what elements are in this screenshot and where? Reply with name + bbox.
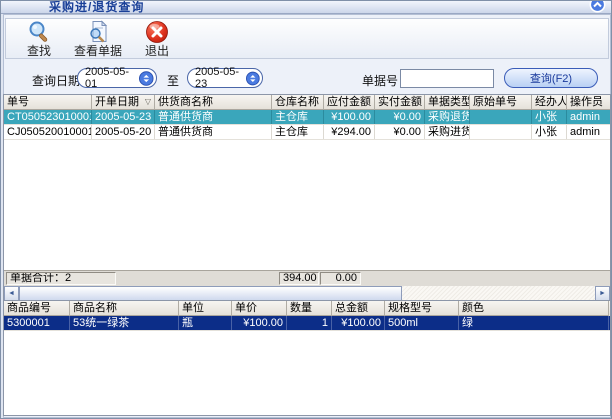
table-cell: 瓶 (179, 316, 232, 330)
total-count-box: 单据合计：2 (6, 272, 116, 285)
query-button[interactable]: 查询(F2) (504, 68, 598, 88)
table-cell: ¥0.00 (375, 125, 425, 139)
column-header[interactable]: 单位 (179, 301, 232, 316)
orders-panel: 单号开单日期▽供货商名称仓库名称应付金额实付金额单据类型原始单号经办人操作员 C… (3, 94, 611, 300)
orders-grid: 单号开单日期▽供货商名称仓库名称应付金额实付金额单据类型原始单号经办人操作员 C… (4, 95, 610, 270)
table-cell: 1 (287, 316, 332, 330)
table-cell: admin (567, 125, 610, 139)
table-cell: 小张 (532, 110, 567, 124)
table-cell: ¥100.00 (232, 316, 287, 330)
find-label: 查找 (27, 45, 51, 57)
column-header[interactable]: 数量 (287, 301, 332, 316)
table-cell: ¥0.00 (375, 110, 425, 124)
table-cell: 2005-05-20 (92, 125, 155, 139)
chevron-up-icon (589, 1, 606, 13)
exit-button[interactable]: 退出 (132, 20, 182, 58)
table-cell: 小张 (532, 125, 567, 139)
table-cell (470, 125, 532, 139)
column-header[interactable]: 商品名称 (70, 301, 179, 316)
document-magnifier-icon (86, 20, 110, 44)
scrollbar-thumb[interactable] (19, 286, 402, 301)
table-cell: CT050523010001 (4, 110, 92, 124)
items-grid: 商品编号商品名称单位单价数量总金额规格型号颜色 530000153统一绿茶瓶¥1… (4, 301, 610, 415)
date-to-value: 2005-05-23 (195, 66, 246, 90)
paid-total-box: 0.00 (320, 272, 361, 285)
window-title: 采购进/退货查询 (49, 1, 144, 14)
exit-icon (145, 20, 169, 44)
window: 采购进/退货查询 查找 查看单据 (0, 0, 612, 419)
table-cell: 500ml (385, 316, 459, 330)
column-header[interactable]: 颜色 (459, 301, 609, 316)
table-cell: 采购进货 (425, 125, 470, 139)
payable-total-box: 394.00 (279, 272, 319, 285)
table-cell: 绿 (459, 316, 609, 330)
column-header[interactable]: 单据类型 (425, 95, 470, 110)
table-cell: CJ050520010001 (4, 125, 92, 139)
table-cell: ¥294.00 (324, 125, 375, 139)
date-from-field[interactable]: 2005-05-01 (77, 68, 157, 88)
column-header[interactable]: 仓库名称 (272, 95, 324, 110)
column-header[interactable]: 操作员 (567, 95, 610, 110)
items-grid-body: 530000153统一绿茶瓶¥100.001¥100.00500ml绿 (4, 316, 610, 331)
title-bar: 采购进/退货查询 (1, 1, 611, 14)
table-cell: 2005-05-23 (92, 110, 155, 124)
filter-bar: 查询日期： 2005-05-01 至 2005-05-23 单据号： 查询(F2… (1, 67, 612, 91)
orders-grid-header: 单号开单日期▽供货商名称仓库名称应付金额实付金额单据类型原始单号经办人操作员 (4, 95, 610, 110)
date-to-field[interactable]: 2005-05-23 (187, 68, 263, 88)
date-spinner-icon[interactable] (139, 71, 154, 86)
magnifier-icon (27, 20, 51, 44)
column-header[interactable]: 总金额 (332, 301, 385, 316)
date-from-value: 2005-05-01 (85, 66, 139, 90)
table-cell: 普通供货商 (155, 110, 272, 124)
view-doc-button[interactable]: 查看单据 (70, 20, 126, 58)
table-row[interactable]: 530000153统一绿茶瓶¥100.001¥100.00500ml绿 (4, 316, 610, 331)
items-panel: 商品编号商品名称单位单价数量总金额规格型号颜色 530000153统一绿茶瓶¥1… (3, 300, 611, 416)
doc-no-input[interactable] (400, 69, 494, 88)
table-row[interactable]: CT0505230100012005-05-23普通供货商主仓库¥100.00¥… (4, 110, 610, 125)
table-cell: 主仓库 (272, 110, 324, 124)
table-cell (470, 110, 532, 124)
column-header[interactable]: 单号 (4, 95, 92, 110)
exit-label: 退出 (145, 45, 169, 57)
table-cell: admin (567, 110, 610, 124)
column-header[interactable]: 规格型号 (385, 301, 459, 316)
date-spinner-icon[interactable] (246, 71, 260, 86)
column-header[interactable]: 原始单号 (470, 95, 532, 110)
orders-grid-body: CT0505230100012005-05-23普通供货商主仓库¥100.00¥… (4, 110, 610, 140)
view-doc-label: 查看单据 (74, 45, 122, 57)
table-row[interactable]: CJ0505200100012005-05-20普通供货商主仓库¥294.00¥… (4, 125, 610, 140)
column-header[interactable]: 供货商名称 (155, 95, 272, 110)
rollup-button[interactable] (589, 1, 606, 13)
find-button[interactable]: 查找 (14, 20, 64, 58)
column-header[interactable]: 经办人 (532, 95, 567, 110)
table-cell: 5300001 (4, 316, 70, 330)
column-header[interactable]: 开单日期▽ (92, 95, 155, 110)
to-label: 至 (167, 72, 179, 89)
table-cell: 主仓库 (272, 125, 324, 139)
scroll-right-button[interactable]: ► (595, 286, 610, 301)
summary-bar: 单据合计：2 394.00 0.00 (4, 270, 610, 286)
column-header[interactable]: 单价 (232, 301, 287, 316)
toolbar: 查找 查看单据 (5, 18, 609, 59)
column-header[interactable]: 应付金额 (324, 95, 375, 110)
column-header[interactable]: 商品编号 (4, 301, 70, 316)
table-cell: ¥100.00 (324, 110, 375, 124)
table-cell: 53统一绿茶 (70, 316, 179, 330)
table-cell: ¥100.00 (332, 316, 385, 330)
scroll-left-button[interactable]: ◄ (4, 286, 19, 301)
table-cell: 采购退货 (425, 110, 470, 124)
column-header[interactable]: 实付金额 (375, 95, 425, 110)
sort-indicator-icon: ▽ (145, 95, 151, 109)
items-grid-header: 商品编号商品名称单位单价数量总金额规格型号颜色 (4, 301, 610, 316)
table-cell: 普通供货商 (155, 125, 272, 139)
horizontal-scrollbar[interactable]: ◄ ► (4, 286, 610, 301)
